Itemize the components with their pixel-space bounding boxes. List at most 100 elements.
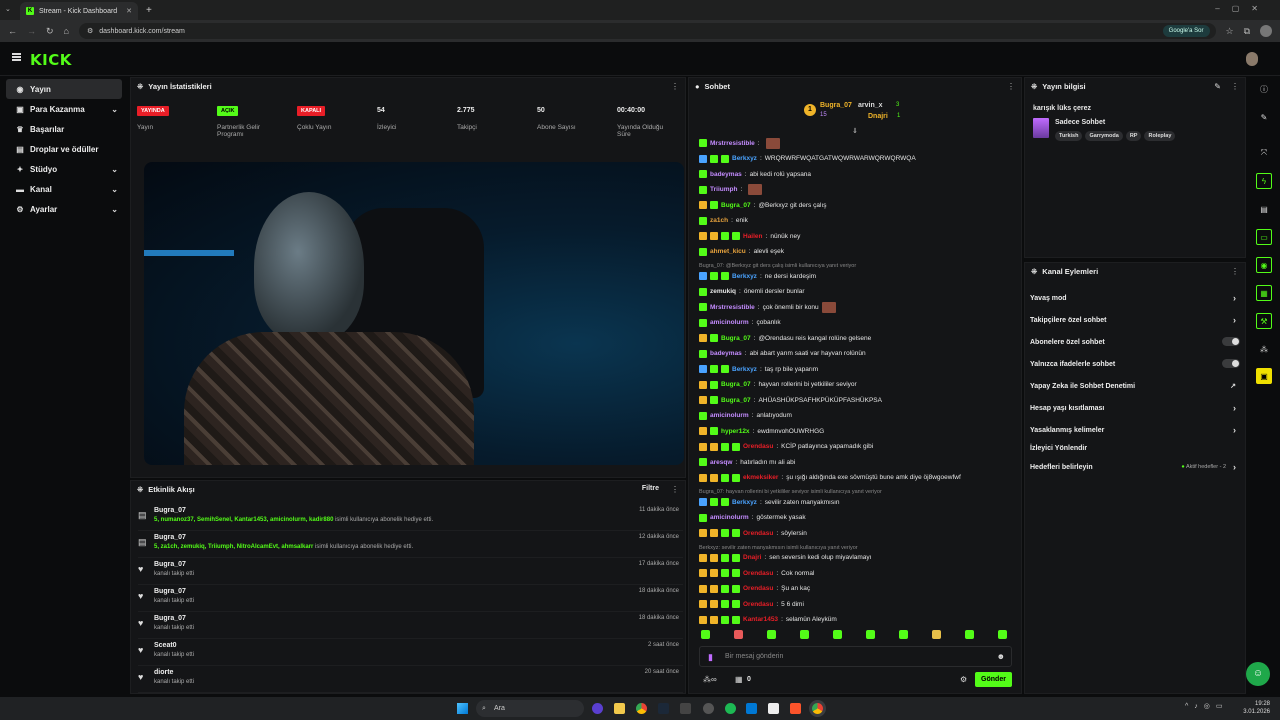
tag-pill[interactable]: Roleplay [1144, 131, 1176, 141]
chat-input-box[interactable]: ▮ Bir mesaj gönderin ☻ [699, 646, 1012, 667]
drag-handle-icon[interactable]: ⁜ [1031, 267, 1037, 276]
chat-username[interactable]: Orendasu [743, 585, 773, 592]
chrome-active-icon[interactable] [812, 703, 823, 714]
action-banned-words[interactable]: Yasaklanmış kelimeler › [1030, 421, 1240, 439]
chat-username[interactable]: hyper12x [721, 428, 750, 435]
drag-handle-icon[interactable]: ⁜ [137, 485, 143, 494]
broadcast-signal-icon[interactable]: ◉ [1256, 257, 1272, 273]
chat-username[interactable]: badeymas [710, 171, 742, 178]
chat-username[interactable]: Kantar1453 [743, 616, 778, 623]
viewer-list-icon[interactable]: ▦ [735, 675, 743, 684]
event-user[interactable]: Sceat0 [154, 642, 177, 649]
top-gifter-name[interactable]: Dnajri [868, 113, 888, 120]
brave-app-icon[interactable] [790, 703, 801, 714]
event-user[interactable]: Bugra_07 [154, 615, 186, 622]
edit-pencil-icon[interactable]: ✎ [1214, 82, 1221, 91]
app-icon[interactable] [680, 703, 691, 714]
send-button[interactable]: Gönder [975, 672, 1012, 687]
filter-button[interactable]: Filtre [642, 485, 659, 492]
chat-username[interactable]: Bugra_07 [721, 202, 751, 209]
emote-button[interactable] [899, 630, 908, 639]
event-user[interactable]: diorte [154, 669, 173, 676]
action-account-age[interactable]: Hesap yaşı kısıtlaması › [1030, 399, 1240, 417]
drag-handle-icon[interactable]: ⁜ [137, 82, 143, 91]
nodes-icon[interactable]: ⁂ [1256, 341, 1272, 357]
chat-username[interactable]: amicinolurm [710, 514, 749, 521]
support-chat-icon[interactable]: ☺ [1246, 662, 1270, 686]
chat-username[interactable]: Orendasu [743, 570, 773, 577]
reload-icon[interactable]: ↻ [46, 26, 54, 37]
window-controls[interactable]: –▢✕ [1215, 4, 1270, 13]
event-user[interactable]: Bugra_07 [154, 561, 186, 568]
sidebar-item-kanal[interactable]: ▬ Kanal ⌄ [6, 179, 122, 199]
notion-app-icon[interactable] [768, 703, 779, 714]
action-followers-only[interactable]: Takipçilere özel sohbet › [1030, 311, 1240, 329]
chat-username[interactable]: aresqw [710, 459, 732, 466]
drag-handle-icon[interactable]: ⁜ [1031, 82, 1037, 91]
bookmark-star-icon[interactable]: ☆ [1226, 26, 1234, 37]
chat-username[interactable]: Mrstrresistible [710, 140, 755, 147]
sidebar-item-droplar[interactable]: ▤ Droplar ve ödüller [6, 139, 122, 159]
chat-username[interactable]: Orendasu [743, 443, 773, 450]
github-app-icon[interactable] [703, 703, 714, 714]
back-icon[interactable]: ← [8, 26, 17, 36]
sidebar-item-para-kazanma[interactable]: ▣ Para Kazanma ⌄ [6, 99, 122, 119]
emote-button[interactable] [701, 630, 710, 639]
url-bar[interactable]: ⚙ dashboard.kick.com/stream Google'a Sor [78, 23, 1216, 39]
settings-link-icon[interactable]: ⁂∞ [703, 675, 717, 684]
menu-icon[interactable] [12, 53, 21, 61]
chat-username[interactable]: amicinolurm [710, 319, 749, 326]
chat-username[interactable]: Berkxyz [732, 366, 757, 373]
emote-button[interactable] [734, 630, 743, 639]
emote-button[interactable] [932, 630, 941, 639]
emote-button[interactable] [767, 630, 776, 639]
event-user[interactable]: Bugra_07 [154, 588, 186, 595]
stream-category[interactable]: Sadece Sohbet [1055, 119, 1105, 126]
chat-username[interactable]: ahmet_kicu [710, 248, 746, 255]
emoji-icon[interactable]: ☻ [997, 652, 1005, 661]
chat-username[interactable]: badeymas [710, 350, 742, 357]
emote-button[interactable] [833, 630, 842, 639]
more-options-icon[interactable]: ⋮ [1231, 267, 1239, 276]
site-info-icon[interactable]: ⚙ [87, 27, 93, 35]
emote-button[interactable] [800, 630, 809, 639]
tag-pill[interactable]: RP [1125, 131, 1142, 141]
chat-username[interactable]: ekmeksiker [743, 474, 778, 481]
edit-icon[interactable]: ✎ [1256, 109, 1272, 125]
vscode-app-icon[interactable] [746, 703, 757, 714]
chat-username[interactable]: Berkxyz [732, 499, 757, 506]
clapper-icon[interactable]: ▣ [1256, 368, 1272, 384]
subscribers-only-toggle[interactable] [1222, 337, 1240, 346]
browser-tab[interactable]: K Stream - Kick Dashboard ✕ [20, 2, 138, 20]
chat-username[interactable]: Berkxyz [732, 273, 757, 280]
chat-username[interactable]: Bugra_07 [721, 335, 751, 342]
top-gifter-name[interactable]: arvin_x [858, 102, 883, 109]
profile-avatar[interactable] [1260, 25, 1272, 37]
steam-app-icon[interactable] [658, 703, 669, 714]
taskbar-clock[interactable]: 19:28 3.01.2026 [1243, 700, 1270, 716]
stream-preview-video[interactable] [144, 162, 684, 465]
forward-icon[interactable]: → [27, 26, 36, 36]
action-set-goals[interactable]: Hedefleri belirleyin ● Aktif hedefler - 2… [1030, 458, 1240, 476]
discord-app-icon[interactable] [592, 703, 603, 714]
sidebar-item-ayarlar[interactable]: ⚙ Ayarlar ⌄ [6, 199, 122, 219]
layout-icon[interactable]: ▦ [1256, 285, 1272, 301]
tag-pill[interactable]: Turkish [1055, 131, 1083, 141]
chat-username[interactable]: Orendasu [743, 601, 773, 608]
microphone-icon[interactable]: ▮ [708, 652, 713, 663]
more-options-icon[interactable]: ⋮ [671, 485, 679, 494]
chat-username[interactable]: Hailen [743, 233, 763, 240]
system-tray-icons[interactable]: ^♪◎▭ [1185, 702, 1229, 710]
chat-username[interactable]: Mrstrresistible [710, 304, 755, 311]
google-ask-button[interactable]: Google'a Sor [1162, 25, 1210, 37]
emote-only-toggle[interactable] [1222, 359, 1240, 368]
more-options-icon[interactable]: ⋮ [1231, 82, 1239, 91]
sidebar-item-basarilar[interactable]: ♛ Başarılar [6, 119, 122, 139]
tab-menu-icon[interactable]: ⌄ [5, 5, 11, 13]
more-options-icon[interactable]: ⋮ [1007, 82, 1015, 91]
chat-icon[interactable]: ▭ [1256, 229, 1272, 245]
chat-username[interactable]: Bugra_07 [721, 397, 751, 404]
more-options-icon[interactable]: ⋮ [671, 82, 679, 91]
chat-username[interactable]: Bugra_07 [721, 381, 751, 388]
info-icon[interactable]: ⓘ [1256, 81, 1272, 97]
